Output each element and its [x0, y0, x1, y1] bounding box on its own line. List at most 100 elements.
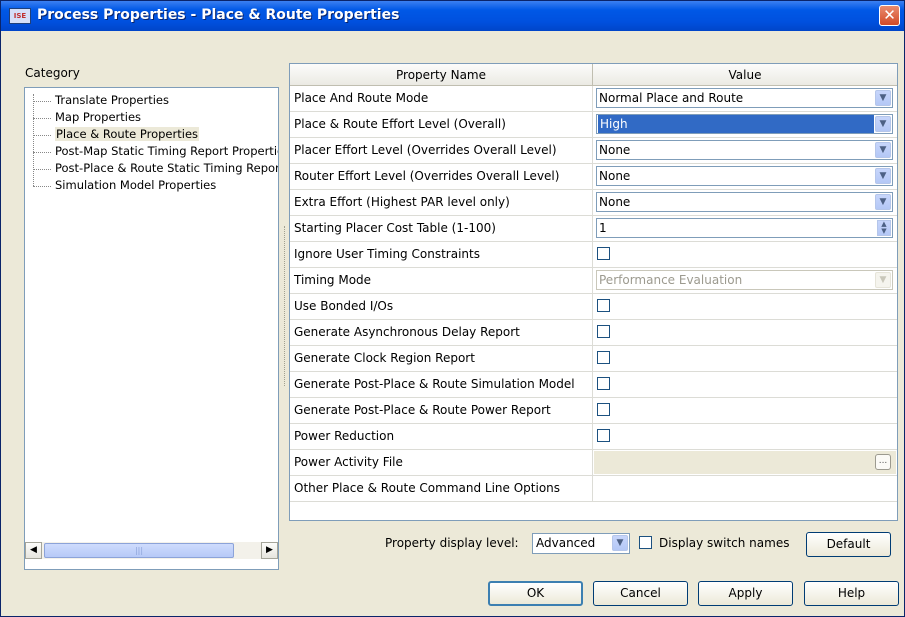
category-item[interactable]: Simulation Model Properties [33, 178, 216, 193]
property-row[interactable]: Place And Route Mode Normal Place and Rou… [290, 86, 897, 112]
property-name: Extra Effort (Highest PAR level only) [294, 195, 510, 209]
property-value-text: None [599, 143, 631, 157]
property-name: Power Activity File [294, 455, 403, 469]
display-switch-names-label[interactable]: Display switch names [659, 536, 789, 550]
property-value-cell[interactable]: 1 ▲ ▼ [592, 216, 897, 241]
spin-arrows-icon[interactable]: ▲ ▼ [877, 220, 891, 236]
property-row[interactable]: Generate Post-Place & Route Power Report [290, 398, 897, 424]
property-value-cell[interactable] [592, 346, 897, 371]
tree-connector [33, 93, 51, 102]
ise-app-icon: ISE [9, 8, 31, 24]
property-row[interactable]: Place & Route Effort Level (Overall) High… [290, 112, 897, 138]
property-value-cell[interactable]: ... [592, 450, 897, 475]
property-value-cell[interactable] [592, 424, 897, 449]
property-value-cell[interactable] [592, 242, 897, 267]
pane-splitter[interactable] [284, 226, 288, 386]
category-tree[interactable]: Translate Properties Map Properties Place … [24, 87, 279, 570]
property-value-checkbox[interactable] [597, 247, 610, 260]
property-row[interactable]: Extra Effort (Highest PAR level only) Non… [290, 190, 897, 216]
chevron-down-icon[interactable]: ▼ [875, 142, 891, 158]
category-item-label: Post-Place & Route Static Timing Report … [55, 161, 278, 175]
ok-button[interactable]: OK [488, 581, 583, 606]
property-value-cell[interactable] [592, 398, 897, 423]
category-item-label: Translate Properties [55, 93, 169, 107]
tree-connector [33, 144, 51, 153]
property-row[interactable]: Generate Post-Place & Route Simulation M… [290, 372, 897, 398]
chevron-down-icon[interactable]: ▼ [612, 535, 628, 551]
property-name: Placer Effort Level (Overrides Overall L… [294, 143, 557, 157]
property-value-select[interactable]: High ▼ [596, 114, 893, 134]
tree-connector [33, 110, 51, 119]
property-value-select[interactable]: None ▼ [596, 140, 893, 160]
property-value-cell[interactable] [592, 372, 897, 397]
title-bar[interactable]: ISE Process Properties - Place & Route P… [1, 1, 904, 31]
property-name: Starting Placer Cost Table (1-100) [294, 221, 496, 235]
property-value-cell[interactable]: None ▼ [592, 164, 897, 189]
property-value-cell[interactable]: None ▼ [592, 190, 897, 215]
category-horizontal-scrollbar[interactable]: ◀ ||| ▶ [25, 542, 278, 559]
property-value-checkbox[interactable] [597, 299, 610, 312]
property-row[interactable]: Power Reduction [290, 424, 897, 450]
chevron-down-icon[interactable]: ▼ [875, 90, 891, 106]
category-item[interactable]: Post-Place & Route Static Timing Report … [33, 161, 278, 176]
property-row[interactable]: Ignore User Timing Constraints [290, 242, 897, 268]
property-value-cell[interactable]: High ▼ [592, 112, 897, 137]
property-name: Place & Route Effort Level (Overall) [294, 117, 506, 131]
property-row[interactable]: Placer Effort Level (Overrides Overall L… [290, 138, 897, 164]
property-name: Generate Clock Region Report [294, 351, 475, 365]
close-button[interactable]: ✕ [879, 5, 900, 26]
property-value-cell[interactable] [592, 320, 897, 345]
display-level-label: Property display level: [385, 536, 519, 550]
property-name: Power Reduction [294, 429, 395, 443]
property-row[interactable]: Generate Clock Region Report [290, 346, 897, 372]
property-value-checkbox[interactable] [597, 351, 610, 364]
property-row[interactable]: Timing Mode Performance Evaluation ▼ [290, 268, 897, 294]
help-button[interactable]: Help [804, 581, 899, 606]
property-value-checkbox[interactable] [597, 325, 610, 338]
property-value-cell[interactable] [592, 294, 897, 319]
category-item-label: Place & Route Properties [55, 127, 200, 141]
header-value[interactable]: Value [592, 64, 897, 86]
property-row[interactable]: Other Place & Route Command Line Options [290, 476, 897, 502]
category-item[interactable]: Map Properties [33, 110, 141, 125]
property-value-checkbox[interactable] [597, 403, 610, 416]
browse-ellipsis-icon[interactable]: ... [875, 454, 891, 470]
category-item[interactable]: Place & Route Properties [33, 127, 200, 142]
chevron-down-icon[interactable]: ▼ [875, 194, 891, 210]
scroll-left-icon[interactable]: ◀ [25, 542, 42, 559]
property-value-select[interactable]: None ▼ [596, 192, 893, 212]
property-value-select[interactable]: Normal Place and Route ▼ [596, 88, 893, 108]
property-grid: Property Name Value Place And Route Mode… [289, 63, 898, 521]
property-value-cell[interactable] [592, 476, 897, 501]
property-value-text: None [599, 169, 631, 183]
property-value-cell[interactable]: Normal Place and Route ▼ [592, 86, 897, 111]
property-value-text: High [598, 115, 874, 133]
scroll-right-icon[interactable]: ▶ [261, 542, 278, 559]
header-property-name[interactable]: Property Name [290, 64, 592, 86]
property-name: Timing Mode [294, 273, 372, 287]
display-level-select[interactable]: Advanced ▼ [532, 533, 630, 554]
chevron-down-icon[interactable]: ▼ [875, 168, 891, 184]
property-value-cell[interactable]: Performance Evaluation ▼ [592, 268, 897, 293]
property-value-checkbox[interactable] [597, 429, 610, 442]
property-row[interactable]: Router Effort Level (Overrides Overall L… [290, 164, 897, 190]
category-item[interactable]: Post-Map Static Timing Report Properties [33, 144, 278, 159]
apply-button[interactable]: Apply [698, 581, 793, 606]
property-value-select[interactable]: None ▼ [596, 166, 893, 186]
scrollbar-thumb[interactable]: ||| [44, 543, 234, 558]
property-row[interactable]: Power Activity File... [290, 450, 897, 476]
category-item-label: Map Properties [55, 110, 142, 124]
default-button[interactable]: Default [806, 532, 891, 557]
chevron-down-icon[interactable]: ▼ [875, 116, 891, 132]
tree-connector [33, 178, 51, 187]
property-value-spinbox[interactable]: 1 ▲ ▼ [596, 218, 893, 238]
property-row[interactable]: Use Bonded I/Os [290, 294, 897, 320]
property-value-checkbox[interactable] [597, 377, 610, 390]
category-item[interactable]: Translate Properties [33, 93, 169, 108]
property-name: Generate Post-Place & Route Simulation M… [294, 377, 575, 391]
property-row[interactable]: Generate Asynchronous Delay Report [290, 320, 897, 346]
property-row[interactable]: Starting Placer Cost Table (1-100) 1 ▲ ▼ [290, 216, 897, 242]
cancel-button[interactable]: Cancel [593, 581, 688, 606]
display-switch-names-checkbox[interactable] [639, 536, 652, 549]
property-value-cell[interactable]: None ▼ [592, 138, 897, 163]
